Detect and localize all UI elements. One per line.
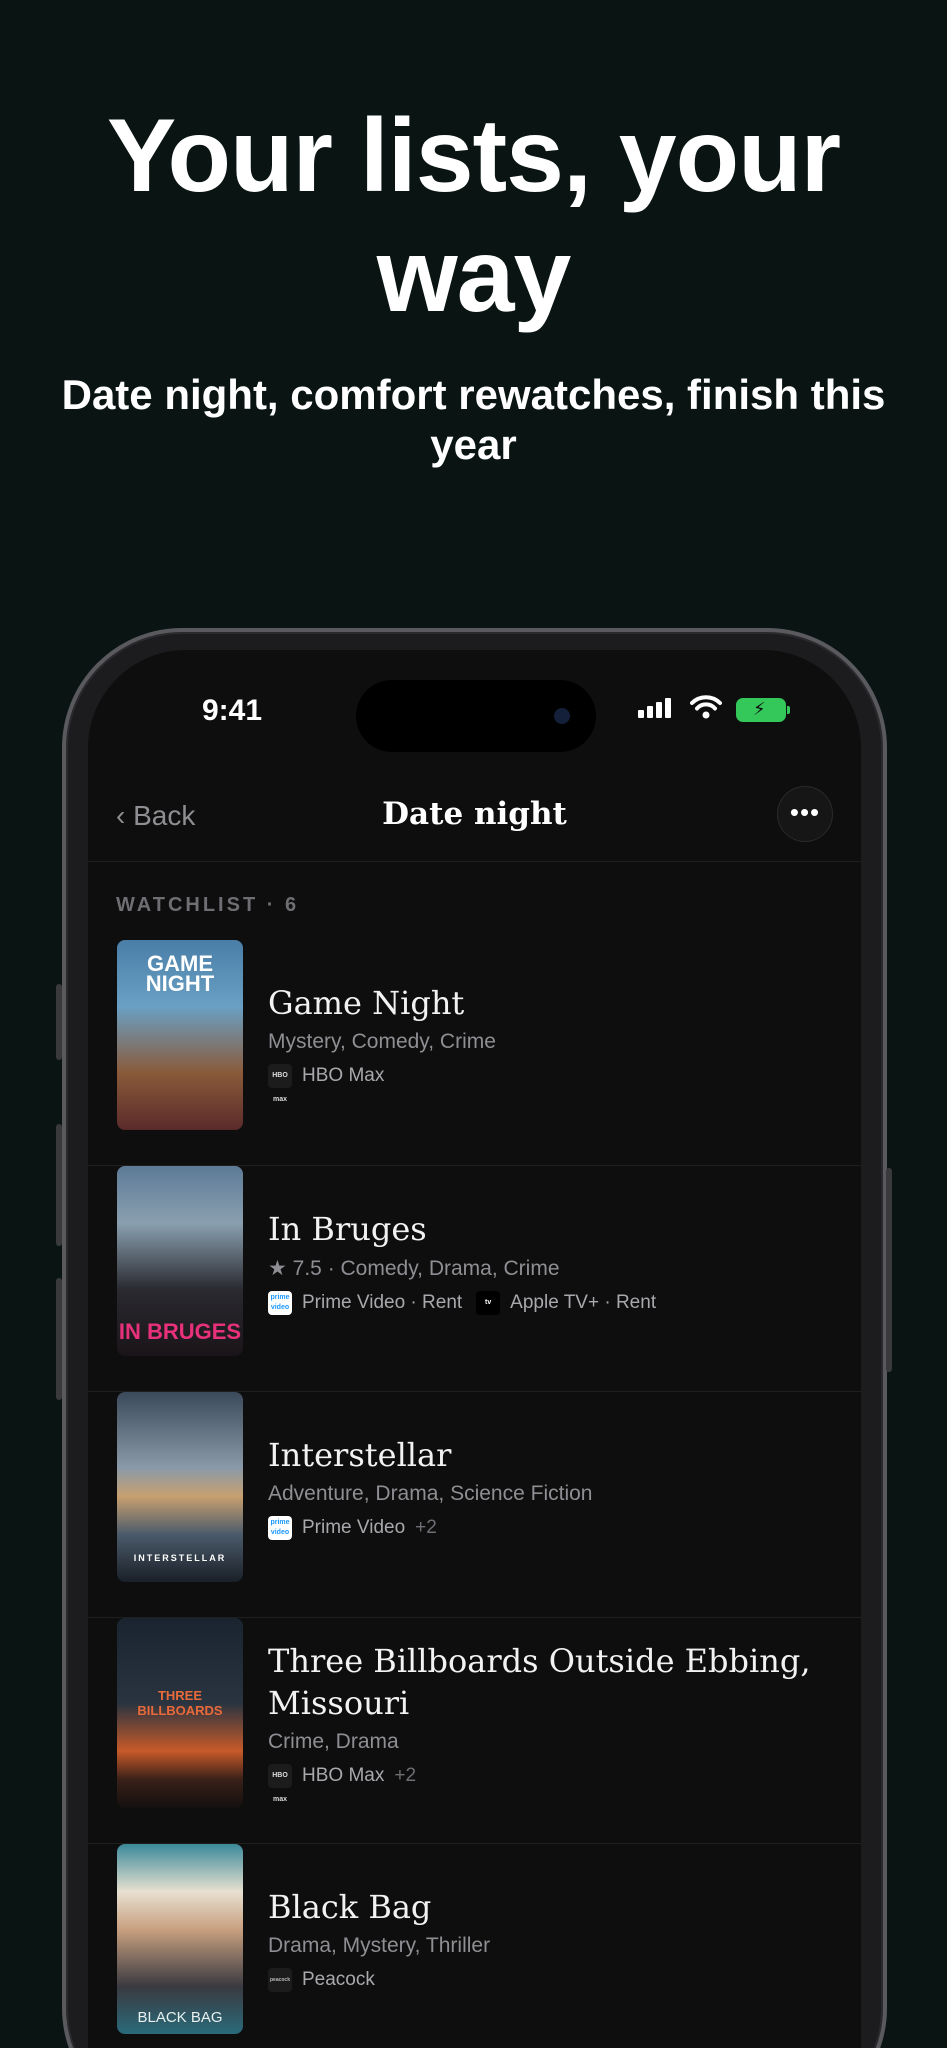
peacock-logo-icon: peacock (268, 1968, 292, 1992)
poster-image: BLACK BAG (117, 1844, 243, 2034)
list-item[interactable]: INTERSTELLAR Interstellar Adventure, Dra… (88, 1392, 861, 1618)
provider-row: peacock Peacock (268, 1968, 821, 1992)
poster-image: GAME NIGHT (117, 940, 243, 1130)
poster-text: INTERSTELLAR (133, 1553, 227, 1563)
provider-name: Prime Video · Rent (302, 1292, 463, 1313)
poster-text: THREE BILLBOARDS (137, 1688, 223, 1718)
movie-title: In Bruges (268, 1210, 427, 1248)
apple-tv-logo-icon: tv (476, 1291, 501, 1315)
movie-title: Game Night (268, 984, 465, 1022)
provider-name: HBO Max (302, 1765, 385, 1786)
movie-meta: Mystery, Comedy, Crime (268, 1030, 496, 1053)
more-providers-count: +2 (394, 1765, 417, 1786)
poster-image: INTERSTELLAR (117, 1392, 243, 1582)
phone-screen: 9:41 ⚡ ‹ Back Date night ••• WATCHLIST ·… (88, 650, 861, 2048)
movie-title: Three Billboards Outside Ebbing, Missour… (268, 1642, 811, 1722)
page-title: Date night (382, 796, 567, 832)
provider-name: Apple TV+ · Rent (510, 1292, 657, 1313)
list-item[interactable]: BLACK BAG Black Bag Drama, Mystery, Thri… (88, 1844, 861, 2048)
poster-text: GAME NIGHT (145, 951, 215, 996)
prime-video-logo-icon: prime video (268, 1291, 292, 1315)
poster-image: THREE BILLBOARDS (117, 1618, 243, 1808)
phone-side-button (56, 984, 62, 1060)
movie-meta: Drama, Mystery, Thriller (268, 1934, 491, 1957)
dynamic-island (356, 680, 596, 752)
provider-row: prime video Prime Video · Rent tv Apple … (268, 1291, 821, 1315)
movie-meta: Adventure, Drama, Science Fiction (268, 1482, 593, 1505)
status-time: 9:41 (202, 694, 263, 727)
provider-name: Peacock (302, 1969, 375, 1990)
list-item[interactable]: THREE BILLBOARDS Three Billboards Outsid… (88, 1618, 861, 1844)
provider-row: HBO max HBO Max (268, 1064, 821, 1103)
phone-side-button (56, 1124, 62, 1246)
poster-text: IN BRUGES (118, 1319, 242, 1344)
hbo-max-logo-icon: HBO max (268, 1764, 292, 1803)
hbo-max-logo-icon: HBO max (268, 1064, 292, 1103)
provider-row: HBO max HBO Max +2 (268, 1764, 821, 1803)
provider-row: prime video Prime Video +2 (268, 1516, 821, 1540)
hero-headline: Your lists, your way (106, 98, 841, 334)
movie-meta: Crime, Drama (268, 1730, 399, 1753)
poster-text: BLACK BAG (137, 2009, 223, 2026)
movie-meta: ★ 7.5 · Comedy, Drama, Crime (268, 1257, 560, 1280)
provider-name: HBO Max (302, 1065, 385, 1086)
phone-side-button (56, 1278, 62, 1400)
list-item[interactable]: IN BRUGES In Bruges ★ 7.5 · Comedy, Dram… (88, 1166, 861, 1392)
signal-icon (638, 698, 674, 718)
provider-name: Prime Video (302, 1517, 406, 1538)
camera-icon (554, 708, 570, 724)
nav-bar: ‹ Back Date night ••• (88, 780, 861, 862)
wifi-icon (690, 694, 722, 725)
section-label: WATCHLIST · 6 (116, 894, 300, 916)
hero-subheadline: Date night, comfort rewatches, finish th… (61, 371, 886, 468)
poster-image: IN BRUGES (117, 1166, 243, 1356)
list-item[interactable]: GAME NIGHT Game Night Mystery, Comedy, C… (88, 940, 861, 1166)
prime-video-logo-icon: prime video (268, 1516, 292, 1540)
status-bar: 9:41 ⚡ (88, 650, 861, 770)
more-providers-count: +2 (415, 1517, 437, 1538)
movie-title: Black Bag (268, 1888, 432, 1926)
more-options-button[interactable]: ••• (777, 786, 833, 842)
movie-list: GAME NIGHT Game Night Mystery, Comedy, C… (88, 940, 861, 2048)
battery-icon: ⚡ (736, 698, 790, 722)
movie-title: Interstellar (268, 1436, 452, 1474)
phone-power-button (886, 1168, 892, 1372)
